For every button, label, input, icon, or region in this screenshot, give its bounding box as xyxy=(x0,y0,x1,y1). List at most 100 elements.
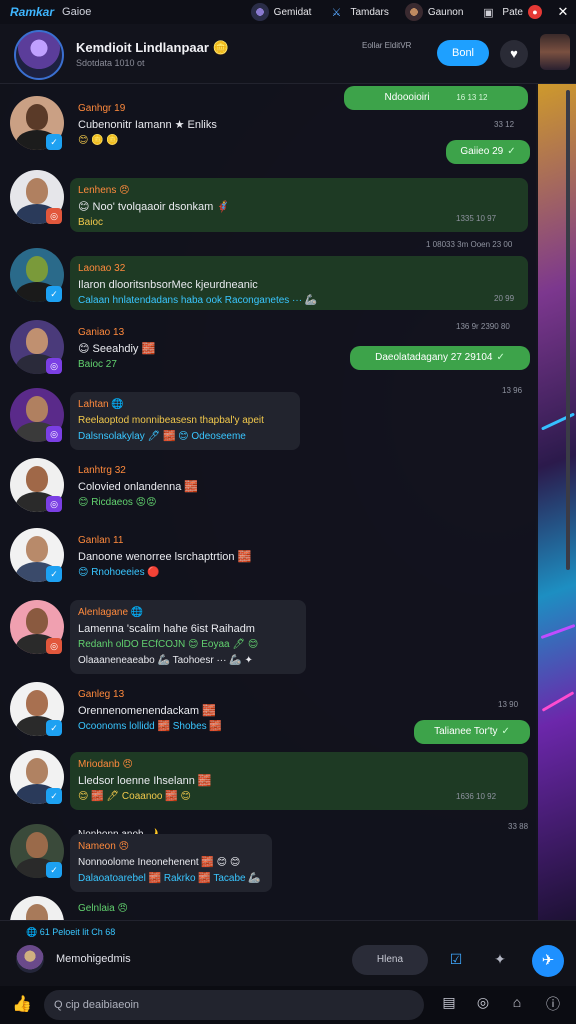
send-button[interactable]: ✈ xyxy=(532,945,564,977)
message-link[interactable]: 😊 Rnohoeeies 🔴 xyxy=(78,565,251,581)
puzzle-icon[interactable]: ✦ xyxy=(490,951,510,971)
coin-icon: 🪙 xyxy=(212,40,230,55)
message-text: Olaaaneneaeabo 🦾 Taohoesr ··· 🦾 ✦ xyxy=(78,655,253,666)
sender-name: Lanhtrg 32 xyxy=(78,465,126,476)
avatar[interactable] xyxy=(10,896,64,920)
read-check-icon: ✓ xyxy=(496,352,505,363)
message-reactions: 😊 🪙 🪙 xyxy=(78,135,119,146)
message-time: 1636 10 92 xyxy=(456,792,497,801)
message-bubble: Lahtan 🌐 Reelaoptod monnibeasesn thapbal… xyxy=(70,392,300,450)
info-icon[interactable]: ⓘ xyxy=(542,994,564,1016)
composer-bar: 🌐 61 Peloeit lit Ch 68 Memohigedmis Hlen… xyxy=(0,920,576,986)
tab-label: Gemidat xyxy=(273,6,312,18)
composer-pill-button[interactable]: Hlena xyxy=(352,945,428,975)
window-tab-bar: Ramkar Gaioe Gemidat ⚔ Tamdars Gaunon ▣ … xyxy=(0,0,576,24)
bookmark-icon[interactable]: ▤ xyxy=(438,994,460,1016)
sender-name: Ganlan 11 xyxy=(78,535,124,546)
reply-preview[interactable]: 🌐 61 Peloeit lit Ch 68 xyxy=(26,927,115,938)
message-time: 33 12 xyxy=(494,120,515,129)
day-timestamp: 13 90 xyxy=(498,700,519,709)
outgoing-message[interactable]: Gaiieo 29 ✓ xyxy=(446,140,530,164)
chat-meta: Eollar ElditVR xyxy=(362,41,412,50)
sender-name: Lenhens 😠 xyxy=(78,185,130,196)
twitch-badge-icon: ◎ xyxy=(46,358,62,374)
message-bubble: Alenlagane 🌐 Lamenna 'scalim hahe 6ist R… xyxy=(70,600,306,674)
message-bubble: Mriodanb 😠 Lledsor loenne Ihselann 🧱 😊 🧱… xyxy=(70,752,528,810)
message-reactions: Baioc xyxy=(78,217,104,228)
message-text: Orennenomenendackam 🧱 xyxy=(78,705,216,717)
tab-label: Gaunon xyxy=(427,6,464,18)
chat-title: Kemdioit Lindlanpaar 🪙 xyxy=(76,40,229,56)
message-bubble: Lanhtrg 32 Colovied onlandenna 🧱 😊 Ricda… xyxy=(70,458,206,516)
header-action-button[interactable]: Bonl xyxy=(437,40,489,66)
sender-name: Ganleg 13 xyxy=(78,689,125,700)
verified-badge-icon: ✓ xyxy=(46,286,62,302)
message-bubble: Ganlan 11 Danoone wenorree lsrchaptrtion… xyxy=(70,528,259,586)
message-text: 😊 Noo' tvolqaaoir dsonkam 🦸 xyxy=(78,201,230,213)
sender-name: Nameon 😠 xyxy=(78,841,130,852)
message-tag: Baioc 27 xyxy=(78,359,117,370)
tab-avatar xyxy=(404,3,423,21)
globe-icon[interactable]: ◎ xyxy=(472,994,494,1016)
outgoing-text: Gaiieo 29 xyxy=(460,146,504,157)
message-bubble: Nameon 😠 Nonnoolome Ineonehenent 🧱 😊 😊 D… xyxy=(70,834,272,892)
search-input[interactable]: Q cip deaibiaeoin xyxy=(44,990,424,1020)
user-avatar[interactable] xyxy=(540,34,570,70)
home-icon[interactable]: ⌂ xyxy=(506,994,528,1016)
tab-gemidat[interactable]: Gemidat xyxy=(243,0,320,24)
thumbs-up-icon[interactable]: 👍 xyxy=(12,994,32,1014)
bottom-toolbar: 👍 Q cip deaibiaeoin ▤ ◎ ⌂ ⓘ xyxy=(0,986,576,1024)
message-link[interactable]: Calaan hnlatendadans haba ook Raconganet… xyxy=(78,293,520,309)
checkbox-icon[interactable]: ☑ xyxy=(446,951,466,971)
day-timestamp: 33 88 xyxy=(508,822,529,831)
outgoing-text: Talianee Tor'ty xyxy=(434,726,498,737)
tab-label: Tamdars xyxy=(350,6,389,18)
message-time: 1335 10 97 xyxy=(456,214,497,223)
tab-label: Pate xyxy=(502,6,523,18)
group-avatar[interactable] xyxy=(14,30,64,80)
sender-name: Ganiao 13 xyxy=(78,327,125,338)
chat-title-text: Kemdioit Lindlanpaar xyxy=(76,40,209,55)
message-text: Lledsor loenne Ihselann 🧱 xyxy=(78,775,212,787)
tab-gaunon[interactable]: Gaunon xyxy=(397,0,472,24)
outgoing-message[interactable]: Talianee Tor'ty ✓ xyxy=(414,720,530,744)
message-link[interactable]: Dalaoatoarebel 🧱 Rakrko 🧱 Tacabe 🦾 xyxy=(78,871,264,887)
message-link[interactable]: Dalsnsolakylay 🖊 🧱 😊 Odeoseeme xyxy=(78,429,292,445)
sender-name: Laonao 32 xyxy=(78,263,126,274)
close-icon[interactable]: ✕ xyxy=(550,4,576,20)
message-time: 20 99 xyxy=(494,294,515,303)
message-text: Danoone wenorree lsrchaptrtion 🧱 xyxy=(78,551,252,563)
verified-badge-icon: ✓ xyxy=(46,862,62,878)
instagram-badge-icon: ◎ xyxy=(46,638,62,654)
tab-pate[interactable]: ▣ Pate ● xyxy=(471,0,550,24)
verified-badge-icon: ✓ xyxy=(46,134,62,150)
shield-icon[interactable]: ♥ xyxy=(500,40,528,68)
outgoing-message[interactable]: Ndoooioiri 16 13 12 xyxy=(344,86,528,110)
message-list: Ndoooioiri 16 13 12 ✓ Ganhgr 19 Cubenoni… xyxy=(0,84,538,920)
message-link[interactable]: Ocoonoms lollidd 🧱 Shobes 🧱 xyxy=(78,719,222,735)
verified-badge-icon: ✓ xyxy=(46,788,62,804)
user-avatar[interactable] xyxy=(16,945,44,973)
verified-badge-icon: ✓ xyxy=(46,720,62,736)
chat-header: Kemdioit Lindlanpaar 🪙 Sdotdata 1010 ot E… xyxy=(0,24,576,84)
twitch-badge-icon: ◎ xyxy=(46,496,62,512)
app-subtitle: Gaioe xyxy=(62,6,92,18)
outgoing-text: Ndoooioiri xyxy=(384,92,430,103)
sender-name: Lahtan 🌐 xyxy=(78,399,124,410)
tab-avatar xyxy=(250,3,269,21)
message-text: Reelaoptod monnibeasesn thapbal'y apeit xyxy=(78,415,264,426)
window-icon: ▣ xyxy=(483,6,494,19)
notification-badge: ● xyxy=(528,5,542,19)
tab-tamdars[interactable]: ⚔ Tamdars xyxy=(319,0,396,24)
sender-name: Alenlagane 🌐 xyxy=(78,607,144,618)
outgoing-message[interactable]: Daeolatadagany 27 29104 ✓ xyxy=(350,346,530,370)
read-check-icon: ✓ xyxy=(501,726,510,737)
day-timestamp: 13 96 xyxy=(502,386,523,395)
message-bubble: Ganiao 13 😊 Seeahdiy 🧱 Baioc 27 xyxy=(70,320,163,378)
background-art xyxy=(536,80,576,930)
message-text: Cubenonitr Iamann ★ Enliks xyxy=(78,119,217,131)
message-reactions: 😊 🧱 🖊 Coaanoo 🧱 😊 xyxy=(78,791,191,802)
message-tag: 😊 Ricdaeos 😡😡 xyxy=(78,497,157,508)
scrollbar[interactable] xyxy=(566,90,570,570)
message-text: Lamenna 'scalim hahe 6ist Raihadm xyxy=(78,623,255,635)
